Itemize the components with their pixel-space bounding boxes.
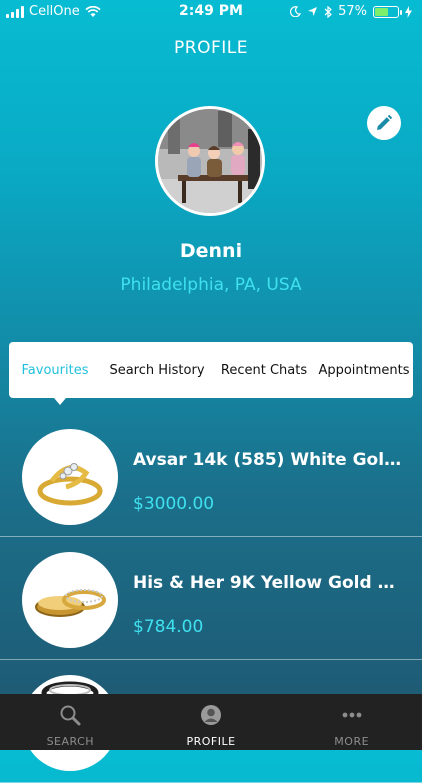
tab-favourites[interactable]: Favourites: [9, 363, 101, 378]
tab-recent-chats[interactable]: Recent Chats: [213, 363, 315, 378]
search-icon: [60, 705, 81, 726]
list-item[interactable]: His & Her 9K Yellow Gold D... $784.00: [0, 537, 422, 660]
tab-label: SEARCH: [46, 735, 95, 748]
avatar[interactable]: [155, 106, 265, 216]
battery-percent: 57%: [338, 4, 367, 19]
item-name: Avsar 14k (585) White Gol...: [133, 450, 403, 470]
tab-label: PROFILE: [186, 735, 236, 748]
page-title: PROFILE: [174, 38, 248, 58]
avatar-photo: [158, 109, 262, 213]
item-price: $784.00: [133, 617, 204, 637]
tab-search[interactable]: SEARCH: [0, 694, 141, 750]
tab-profile[interactable]: PROFILE: [141, 694, 282, 750]
pencil-icon: [377, 114, 393, 130]
tab-more[interactable]: MORE: [281, 694, 422, 750]
moon-icon: [290, 6, 302, 17]
item-name: His & Her 9K Yellow Gold D...: [133, 573, 403, 593]
profile-tabs: Favourites Search History Recent Chats A…: [9, 342, 413, 398]
bottom-tab-bar: SEARCH PROFILE MORE: [0, 694, 422, 750]
tab-label: MORE: [334, 735, 370, 748]
profile-name: Denni: [179, 240, 243, 262]
charging-icon: [405, 5, 412, 18]
tab-appointments[interactable]: Appointments: [315, 363, 413, 378]
profile-location: Philadelphia, PA, USA: [120, 275, 302, 295]
list-item[interactable]: Avsar 14k (585) White Gol... $3000.00: [0, 414, 422, 537]
battery-icon: [373, 5, 402, 18]
location-arrow-icon: [308, 7, 318, 16]
edit-profile-button[interactable]: [367, 106, 401, 140]
ring-thumbnail: [22, 429, 118, 525]
more-icon: [342, 712, 362, 718]
bluetooth-icon: [324, 5, 333, 18]
profile-icon: [201, 705, 221, 725]
item-price: $3000.00: [133, 494, 215, 514]
active-tab-indicator: [54, 398, 66, 405]
tab-search-history[interactable]: Search History: [101, 363, 213, 378]
status-bar: CellOne 2:49 PM 57%: [0, 0, 422, 24]
ring-thumbnail: [22, 552, 118, 648]
